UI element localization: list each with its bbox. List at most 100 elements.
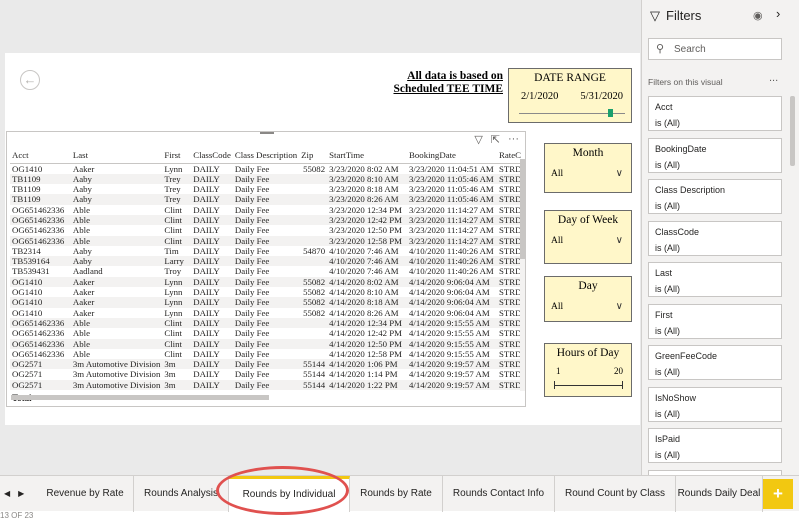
- date-range-end[interactable]: 5/31/2020: [580, 91, 623, 102]
- day-of-week-slicer[interactable]: Day of Week All ∨: [544, 210, 632, 264]
- table-row[interactable]: OG1410 Aaker Lynn DAILY Daily Fee 55082 4/14/2…: [10, 287, 525, 297]
- day-slicer[interactable]: Day All ∨: [544, 276, 632, 322]
- table-row[interactable]: OG651462336 Able Clint DAILY Daily Fee 3/23/2…: [10, 205, 525, 215]
- table-row[interactable]: OG2571 3m Automotive Division 3m DAILY Daily…: [10, 369, 525, 379]
- table-row[interactable]: TB539431 Aadland Troy DAILY Daily Fee 4/10/20…: [10, 266, 525, 276]
- table-row[interactable]: OG651462336 Able Clint DAILY Daily Fee 4/14/2…: [10, 317, 525, 329]
- table-row[interactable]: TB1109 Aaby Trey DAILY Daily Fee 3/23/2020 8:…: [10, 194, 525, 205]
- table-row[interactable]: TB1109 Aaby Trey DAILY Daily Fee 3/23/2020 8:…: [10, 173, 525, 185]
- day-of-week-dropdown[interactable]: All ∨: [551, 231, 625, 251]
- filter-card[interactable]: IsNoShow is (All): [648, 386, 782, 422]
- chevron-right-icon[interactable]: ›: [776, 6, 780, 21]
- table-cell: DAILY: [191, 297, 233, 308]
- column-header[interactable]: Last: [70, 148, 163, 164]
- column-header[interactable]: Class Description: [232, 148, 300, 164]
- table-row[interactable]: OG2571 3m Automotive Division 3m DAILY Daily…: [10, 379, 525, 391]
- filter-card[interactable]: Class Description is (All): [648, 179, 782, 214]
- filter-funnel-icon[interactable]: ▽: [474, 133, 482, 146]
- filter-card[interactable]: Last is (All): [648, 262, 782, 297]
- day-of-week-value: All: [551, 236, 564, 246]
- table-cell: Clint: [164, 348, 182, 359]
- filter-card[interactable]: GreenFeeCode is (All): [648, 345, 782, 380]
- vertical-scroll-thumb[interactable]: [520, 159, 525, 259]
- table-cell: Daily Fee: [234, 266, 270, 277]
- more-options-icon[interactable]: ...: [769, 72, 778, 84]
- column-header[interactable]: StartTime: [327, 148, 408, 164]
- resize-handle-top[interactable]: [260, 132, 274, 134]
- page-tab[interactable]: Rounds Daily Deal: [676, 476, 763, 512]
- rounds-table-visual[interactable]: ▽ ⇱ ··· Acct Last First ClassCode Class …: [6, 131, 526, 407]
- table-cell: Able: [72, 225, 90, 236]
- day-dropdown[interactable]: All ∨: [551, 297, 625, 317]
- table-row[interactable]: OG651462336 Able Clint DAILY Daily Fee 4/14/2…: [10, 349, 525, 359]
- hours-max-handle[interactable]: [622, 381, 623, 389]
- filter-card[interactable]: Acct is (All): [648, 96, 782, 131]
- table-cell: Daily Fee: [234, 328, 270, 339]
- page-tab[interactable]: Rounds by Rate: [350, 476, 443, 512]
- vertical-scrollbar[interactable]: [520, 159, 525, 391]
- filter-card[interactable]: BookingDate is (All): [648, 137, 782, 173]
- tab-nav-arrows[interactable]: ◀▶: [4, 489, 32, 498]
- filter-search-input[interactable]: ⚲ Search: [648, 38, 782, 60]
- hours-of-day-slicer[interactable]: Hours of Day 1 20: [544, 343, 632, 397]
- page-tab[interactable]: Rounds Analysis: [134, 476, 229, 512]
- column-header[interactable]: ClassCode: [191, 148, 233, 164]
- filter-card[interactable]: IsPaid is (All): [648, 428, 782, 463]
- table-cell: 4/14/2020 12:42 PM: [329, 328, 402, 339]
- chevron-down-icon[interactable]: ∨: [616, 231, 623, 251]
- column-header[interactable]: Zip: [299, 148, 328, 164]
- hours-min-handle[interactable]: [554, 381, 555, 389]
- table-cell: Trey: [162, 173, 192, 185]
- table-cell: Clint: [162, 317, 192, 329]
- table-cell: DAILY: [193, 369, 220, 380]
- month-slicer[interactable]: Month All ∨: [544, 143, 632, 193]
- table-cell: Lynn: [164, 287, 183, 298]
- table-cell: 4/14/2020 9:19:57 AM: [407, 379, 497, 391]
- table-cell: OG651462336: [10, 338, 71, 349]
- table-cell: 4/14/2020 9:06:04 AM: [409, 307, 490, 318]
- table-cell: [299, 317, 328, 329]
- date-range-slicer[interactable]: DATE RANGE 2/1/2020 5/31/2020: [508, 68, 632, 123]
- date-range-handle[interactable]: [608, 109, 613, 117]
- date-range-start[interactable]: 2/1/2020: [521, 91, 558, 102]
- page-tab[interactable]: Rounds Contact Info: [443, 476, 555, 512]
- eye-icon[interactable]: ◉: [753, 9, 763, 22]
- table-row[interactable]: TB539164 Aaby Larry DAILY Daily Fee 4/10/2020…: [10, 256, 525, 267]
- filter-card[interactable]: ClassCode is (All): [648, 220, 782, 256]
- table-row[interactable]: TB1109 Aaby Trey DAILY Daily Fee 3/23/2020 8:…: [10, 184, 525, 194]
- back-arrow-icon[interactable]: ←: [20, 70, 40, 90]
- table-row[interactable]: OG2571 3m Automotive Division 3m DAILY Daily…: [10, 359, 525, 370]
- horizontal-scroll-thumb[interactable]: [11, 395, 269, 400]
- table-row[interactable]: OG651462336 Able Clint DAILY Daily Fee 3/23/2…: [10, 214, 525, 226]
- table-cell: 3m Automotive Division: [70, 379, 163, 391]
- page-tab[interactable]: Revenue by Rate: [37, 476, 134, 512]
- table-row[interactable]: OG651462336 Able Clint DAILY Daily Fee 3/23/2…: [10, 225, 525, 235]
- table-row[interactable]: OG1410 Aaker Lynn DAILY Daily Fee 55082 4/14/2…: [10, 297, 525, 308]
- column-header[interactable]: First: [162, 148, 192, 164]
- table-row[interactable]: TB2314 Aaby Tim DAILY Daily Fee 54870 4/10/202…: [10, 246, 525, 256]
- table-cell: Daily Fee: [232, 359, 300, 370]
- chevron-down-icon[interactable]: ∨: [616, 297, 623, 317]
- hours-range-rail[interactable]: [554, 385, 623, 386]
- column-header[interactable]: BookingDate: [407, 148, 497, 164]
- column-header[interactable]: Acct: [10, 148, 71, 164]
- month-dropdown[interactable]: All ∨: [551, 164, 625, 184]
- more-options-icon[interactable]: ···: [508, 133, 519, 145]
- focus-mode-icon[interactable]: ⇱: [491, 133, 500, 146]
- table-cell: 3/23/2020 12:34 PM: [329, 204, 402, 215]
- page-tab[interactable]: Round Count by Class: [555, 476, 676, 512]
- table-row[interactable]: OG651462336 Able Clint DAILY Daily Fee 4/14/2…: [10, 328, 525, 338]
- table-cell: 3/23/2020 11:05:46 AM: [409, 184, 494, 195]
- filter-card[interactable]: First is (All): [648, 303, 782, 339]
- filters-section-label: Filters on this visual: [648, 77, 723, 87]
- table-cell: TB539164: [10, 256, 71, 267]
- table-row[interactable]: OG651462336 Able Clint DAILY Daily Fee 3/23/2…: [10, 235, 525, 246]
- table-row[interactable]: OG1410 Aaker Lynn DAILY Daily Fee 55082 4/14/2…: [10, 308, 525, 318]
- table-cell: Clint: [162, 338, 192, 349]
- table-row[interactable]: OG1410 Aaker Lynn DAILY Daily Fee 55082 4/14/2…: [10, 276, 525, 288]
- table-row[interactable]: OG651462336 Able Clint DAILY Daily Fee 4/14/2…: [10, 338, 525, 349]
- table-row[interactable]: OG1410 Aaker Lynn DAILY Daily Fee 55082 3/23/2…: [10, 163, 525, 174]
- add-page-button[interactable]: +: [763, 479, 793, 509]
- chevron-down-icon[interactable]: ∨: [616, 164, 623, 184]
- filters-scrollbar[interactable]: [790, 96, 795, 166]
